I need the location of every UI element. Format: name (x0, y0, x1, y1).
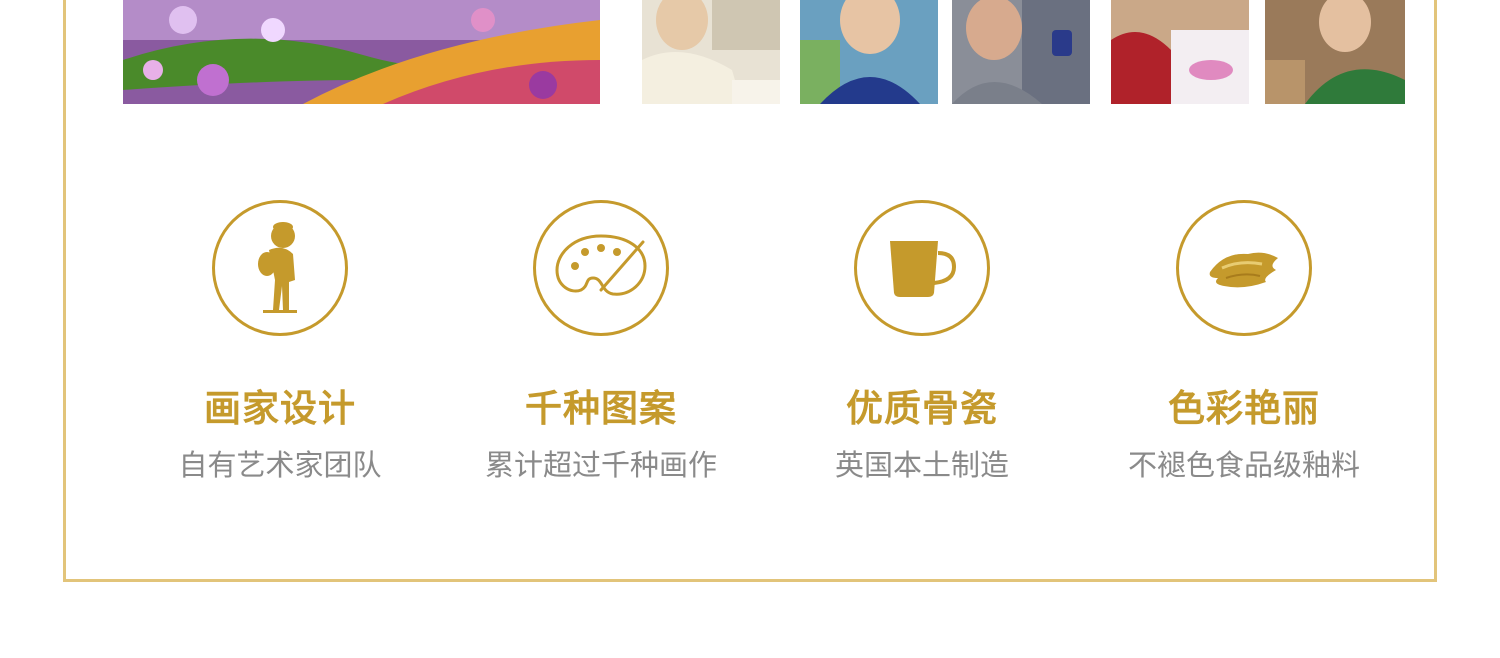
feature-icon-circle (1176, 200, 1312, 336)
feature-subtitle: 自有艺术家团队 (178, 448, 382, 482)
feature-subtitle: 累计超过千种画作 (484, 448, 717, 482)
feature-artist-design: 画家设计 自有艺术家团队 (130, 200, 430, 490)
feature-title: 画家设计 (204, 387, 356, 430)
feature-patterns: 千种图案 累计超过千种画作 (451, 200, 751, 490)
feature-title: 色彩艳丽 (1168, 387, 1320, 430)
feature-subtitle: 不褪色食品级釉料 (1127, 448, 1360, 482)
mug-icon (890, 241, 957, 297)
feature-vivid-colors: 色彩艳丽 不褪色食品级釉料 (1094, 200, 1394, 490)
feature-icon-circle (212, 200, 348, 336)
feature-title: 优质骨瓷 (846, 387, 998, 430)
features-row: 画家设计 自有艺术家团队 千种图案 累计超过千种画作 优质骨瓷 英国本土制造 色… (0, 0, 1500, 658)
feature-icon-circle (854, 200, 990, 336)
palette-icon (555, 234, 647, 296)
artist-figure-icon (258, 222, 297, 313)
feature-bone-china: 优质骨瓷 英国本土制造 (772, 200, 1072, 490)
feature-title: 千种图案 (525, 387, 677, 430)
paint-stroke-icon (1209, 252, 1278, 288)
feature-subtitle: 英国本土制造 (834, 448, 1009, 482)
feature-icon-circle (533, 200, 669, 336)
